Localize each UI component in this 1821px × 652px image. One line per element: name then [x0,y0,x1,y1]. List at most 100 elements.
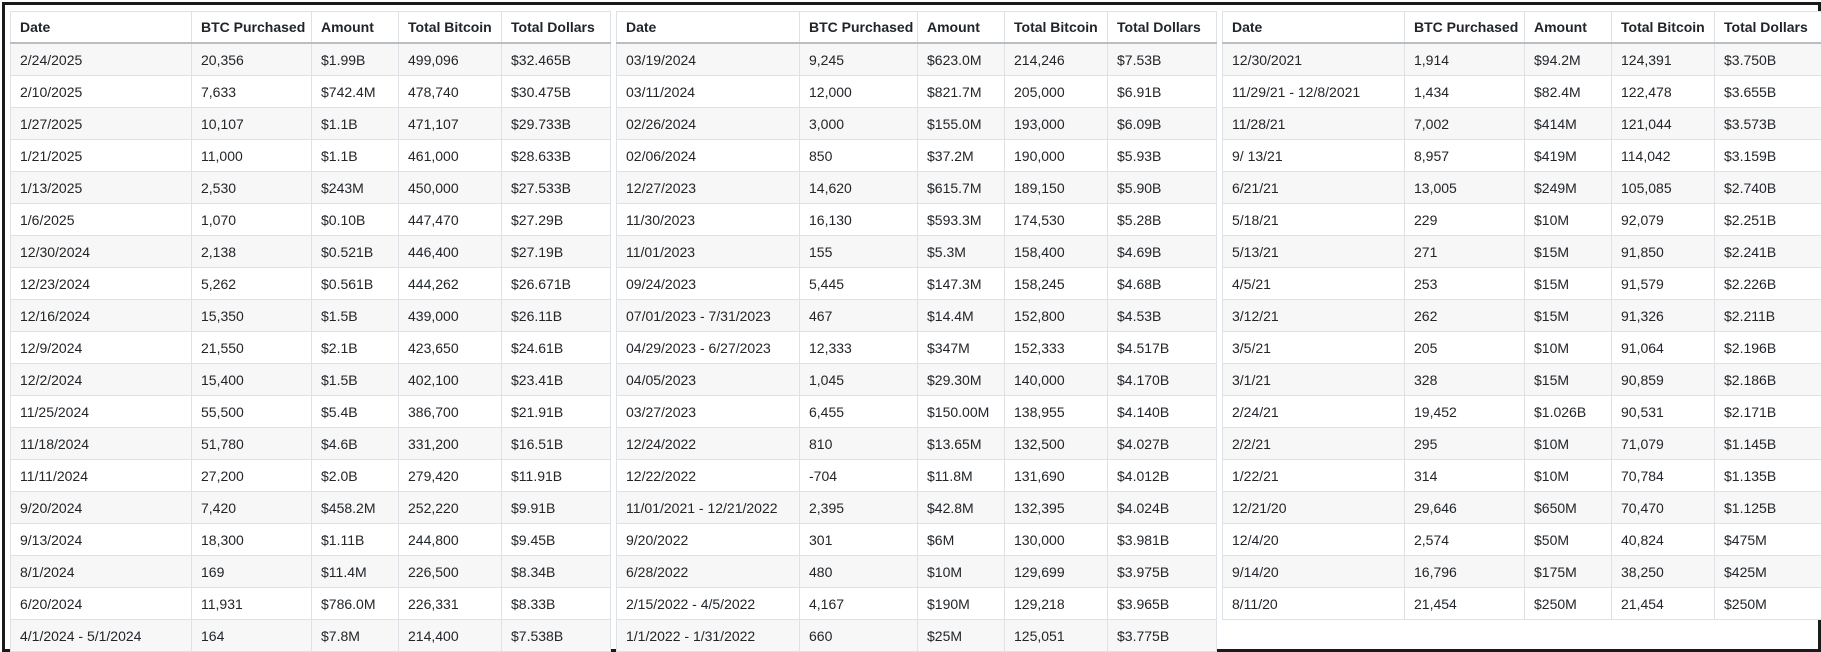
cell-total-bitcoin: 91,064 [1611,331,1715,364]
cell-total-bitcoin: 461,000 [398,139,502,172]
cell-date: 1/27/2025 [10,107,192,140]
cell-total-bitcoin: 279,420 [398,459,502,492]
cell-amount: $50M [1524,523,1612,556]
cell-btc-purchased: 205 [1404,331,1525,364]
table-row: 12/9/2024 21,550 $2.1B 423,650 $24.61B [10,331,611,364]
cell-amount: $150.00M [917,395,1005,428]
cell-total-dollars: $4.024B [1107,491,1217,524]
cell-total-bitcoin: 471,107 [398,107,502,140]
cell-total-dollars: $475M [1714,523,1821,556]
cell-total-dollars: $16.51B [501,427,611,460]
cell-total-dollars: $4.517B [1107,331,1217,364]
cell-total-dollars: $5.93B [1107,139,1217,172]
table-row: 9/20/2024 7,420 $458.2M 252,220 $9.91B [10,491,611,524]
cell-total-bitcoin: 158,245 [1004,267,1108,300]
cell-date: 12/30/2024 [10,235,192,268]
table-row: 11/11/2024 27,200 $2.0B 279,420 $11.91B [10,459,611,492]
cell-date: 8/1/2024 [10,555,192,588]
table-row: 03/27/2023 6,455 $150.00M 138,955 $4.140B [616,395,1217,428]
cell-btc-purchased: 20,356 [191,42,312,76]
cell-total-dollars: $3.975B [1107,555,1217,588]
cell-amount: $1.99B [311,42,399,76]
table-row: 4/5/21 253 $15M 91,579 $2.226B [1222,267,1821,300]
cell-total-bitcoin: 91,850 [1611,235,1715,268]
cell-btc-purchased: 1,434 [1404,75,1525,108]
cell-amount: $15M [1524,235,1612,268]
cell-amount: $4.6B [311,427,399,460]
cell-total-bitcoin: 131,690 [1004,459,1108,492]
cell-date: 6/20/2024 [10,587,192,620]
cell-total-bitcoin: 331,200 [398,427,502,460]
cell-total-bitcoin: 132,500 [1004,427,1108,460]
cell-total-dollars: $21.91B [501,395,611,428]
cell-btc-purchased: 480 [799,555,918,588]
cell-amount: $414M [1524,107,1612,140]
cell-total-bitcoin: 252,220 [398,491,502,524]
table-row: 12/4/20 2,574 $50M 40,824 $475M [1222,523,1821,556]
cell-amount: $0.561B [311,267,399,300]
cell-total-dollars: $30.475B [501,75,611,108]
cell-total-bitcoin: 193,000 [1004,107,1108,140]
table-row: 3/12/21 262 $15M 91,326 $2.211B [1222,299,1821,332]
table-row: 1/22/21 314 $10M 70,784 $1.135B [1222,459,1821,492]
cell-total-bitcoin: 129,218 [1004,587,1108,620]
cell-amount: $1.026B [1524,395,1612,428]
cell-date: 12/22/2022 [616,459,800,492]
cell-date: 12/27/2023 [616,171,800,204]
table-row: 1/1/2022 - 1/31/2022 660 $25M 125,051 $3.775… [616,619,1217,652]
purchases-frame: Date BTC Purchased Amount Total Bitcoin … [2,2,1821,652]
header-total-dollars: Total Dollars [501,11,611,44]
cell-amount: $0.521B [311,235,399,268]
cell-btc-purchased: 3,000 [799,107,918,140]
cell-amount: $11.8M [917,459,1005,492]
cell-amount: $2.0B [311,459,399,492]
table-row: 12/30/2021 1,914 $94.2M 124,391 $3.750B [1222,42,1821,76]
table-row: 2/2/21 295 $10M 71,079 $1.145B [1222,427,1821,460]
cell-total-dollars: $3.573B [1714,107,1821,140]
cell-btc-purchased: 850 [799,139,918,172]
cell-btc-purchased: 7,633 [191,75,312,108]
cell-date: 3/12/21 [1222,299,1405,332]
cell-amount: $147.3M [917,267,1005,300]
table-row: 12/23/2024 5,262 $0.561B 444,262 $26.671B [10,267,611,300]
table-row: 9/20/2022 301 $6M 130,000 $3.981B [616,523,1217,556]
cell-total-dollars: $27.533B [501,171,611,204]
cell-total-dollars: $9.91B [501,491,611,524]
cell-amount: $14.4M [917,299,1005,332]
cell-total-bitcoin: 174,530 [1004,203,1108,236]
cell-total-bitcoin: 386,700 [398,395,502,428]
cell-total-dollars: $4.012B [1107,459,1217,492]
cell-amount: $13.65M [917,427,1005,460]
cell-total-dollars: $1.135B [1714,459,1821,492]
cell-date: 11/30/2023 [616,203,800,236]
table-row: 11/01/2023 155 $5.3M 158,400 $4.69B [616,235,1217,268]
cell-total-dollars: $3.775B [1107,619,1217,652]
table-row: 6/20/2024 11,931 $786.0M 226,331 $8.33B [10,587,611,620]
purchases-table-1: Date BTC Purchased Amount Total Bitcoin … [10,11,611,652]
cell-btc-purchased: 4,167 [799,587,918,620]
cell-amount: $29.30M [917,363,1005,396]
cell-date: 4/1/2024 - 5/1/2024 [10,619,192,652]
cell-total-dollars: $11.91B [501,459,611,492]
header-date: Date [616,11,800,44]
cell-btc-purchased: 810 [799,427,918,460]
purchases-table-3: Date BTC Purchased Amount Total Bitcoin … [1222,11,1821,620]
table-row: 2/10/2025 7,633 $742.4M 478,740 $30.475B [10,75,611,108]
cell-date: 12/16/2024 [10,299,192,332]
cell-amount: $458.2M [311,491,399,524]
cell-total-dollars: $250M [1714,587,1821,620]
cell-btc-purchased: 328 [1404,363,1525,396]
table-header-row: Date BTC Purchased Amount Total Bitcoin … [1222,11,1821,44]
table-row: 11/28/21 7,002 $414M 121,044 $3.573B [1222,107,1821,140]
cell-date: 11/28/21 [1222,107,1405,140]
cell-btc-purchased: 253 [1404,267,1525,300]
table-row: 6/28/2022 480 $10M 129,699 $3.975B [616,555,1217,588]
cell-date: 2/10/2025 [10,75,192,108]
table-row: 03/11/2024 12,000 $821.7M 205,000 $6.91B [616,75,1217,108]
cell-btc-purchased: 271 [1404,235,1525,268]
cell-total-bitcoin: 214,400 [398,619,502,652]
cell-total-bitcoin: 152,800 [1004,299,1108,332]
cell-date: 11/11/2024 [10,459,192,492]
cell-total-bitcoin: 121,044 [1611,107,1715,140]
cell-btc-purchased: 27,200 [191,459,312,492]
